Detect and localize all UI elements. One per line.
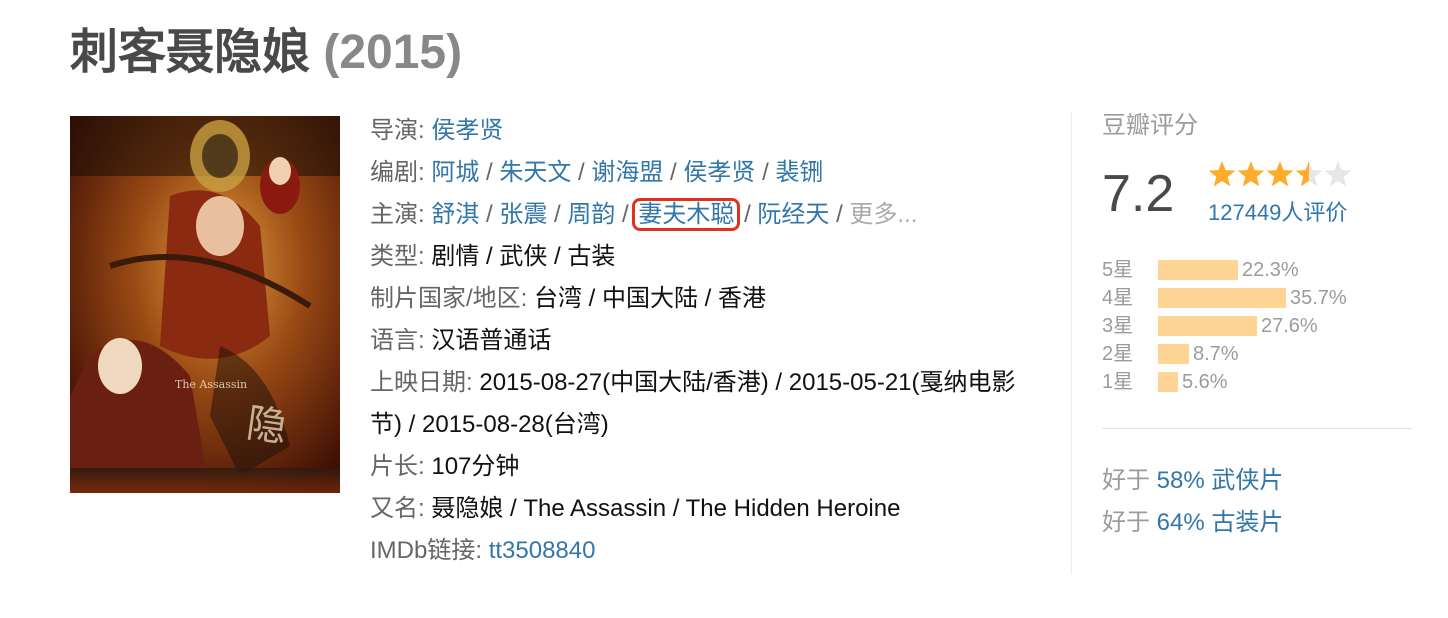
rating-panel: 豆瓣评分 7.2 127449人评价 5星 22.3% 4星 35.7% 3星 27.6%… <box>1102 110 1422 536</box>
separator: / <box>486 201 493 228</box>
imdb-label: IMDb链接: <box>370 537 483 564</box>
better-than-row: 好于 64% 古装片 <box>1102 502 1283 544</box>
cast-more-link[interactable]: 更多... <box>849 201 917 228</box>
poster-image: The Assassin 隐 <box>70 116 340 493</box>
release-row: 上映日期: 2015-08-27(中国大陆/香港) / 2015-05-21(戛… <box>370 362 1030 446</box>
better-pct-link[interactable]: 64% <box>1157 509 1205 536</box>
imdb-link[interactable]: tt3508840 <box>489 537 596 564</box>
votes-link[interactable]: 127449人评价 <box>1208 198 1347 228</box>
better-pct-link[interactable]: 58% <box>1157 467 1205 494</box>
rating-bar-pct: 27.6% <box>1261 315 1318 337</box>
runtime-row: 片长: 107分钟 <box>370 446 1050 488</box>
genre-label: 类型: <box>370 243 425 270</box>
writer-link[interactable]: 裴铏 <box>775 159 823 186</box>
separator: / <box>486 159 493 186</box>
separator: / <box>578 159 585 186</box>
rating-bar <box>1158 344 1189 364</box>
rating-stars <box>1208 160 1358 195</box>
aka-row: 又名: 聂隐娘 / The Assassin / The Hidden Hero… <box>370 488 1050 530</box>
language-row: 语言: 汉语普通话 <box>370 320 1050 362</box>
better-genre-link[interactable]: 武侠片 <box>1211 467 1283 494</box>
rating-bar-label: 2星 <box>1102 343 1134 365</box>
rating-bar-row: 2星 8.7% <box>1102 340 1422 368</box>
language-label: 语言: <box>370 327 425 354</box>
rating-bar-label: 4星 <box>1102 287 1134 309</box>
cast-link[interactable]: 舒淇 <box>431 201 479 228</box>
writers-row: 编剧: 阿城 / 朱天文 / 谢海盟 / 侯孝贤 / 裴铏 <box>370 152 1050 194</box>
star-rating-icon <box>1208 161 1352 187</box>
rating-bar-pct: 35.7% <box>1290 287 1347 309</box>
country-row: 制片国家/地区: 台湾 / 中国大陆 / 香港 <box>370 278 1050 320</box>
rating-bar-row: 3星 27.6% <box>1102 312 1422 340</box>
rating-title: 豆瓣评分 <box>1102 112 1198 139</box>
cast-link[interactable]: 阮经天 <box>757 201 829 228</box>
star-full-icon <box>1237 161 1265 187</box>
imdb-row: IMDb链接: tt3508840 <box>370 530 1050 572</box>
separator: / <box>762 159 769 186</box>
writer-link[interactable]: 朱天文 <box>499 159 571 186</box>
better-genre-link[interactable]: 古装片 <box>1211 509 1283 536</box>
separator: / <box>622 201 629 228</box>
movie-title: 刺客聂隐娘 <box>70 26 311 79</box>
genre-value: 剧情 / 武侠 / 古装 <box>431 243 616 270</box>
language-value: 汉语普通话 <box>431 327 552 354</box>
cast-row: 主演: 舒淇 / 张震 / 周韵 / 妻夫木聪 / 阮经天 / 更多... <box>370 194 1050 236</box>
genre-row: 类型: 剧情 / 武侠 / 古装 <box>370 236 1050 278</box>
better-than-row: 好于 58% 武侠片 <box>1102 460 1283 502</box>
cast-label: 主演: <box>370 201 425 228</box>
rating-bar <box>1158 288 1286 308</box>
cast-link[interactable]: 周韵 <box>567 201 615 228</box>
director-link[interactable]: 侯孝贤 <box>431 117 503 144</box>
rating-bar <box>1158 372 1178 392</box>
rating-bar-label: 1星 <box>1102 371 1134 393</box>
rating-distribution: 5星 22.3% 4星 35.7% 3星 27.6% 2星 8.7% 1星 5.6% <box>1102 256 1422 396</box>
aka-value: 聂隐娘 / The Assassin / The Hidden Heroine <box>431 495 901 522</box>
separator: / <box>670 159 677 186</box>
better-than: 好于 58% 武侠片 好于 64% 古装片 <box>1102 460 1283 544</box>
divider <box>1071 112 1072 574</box>
rating-score: 7.2 <box>1102 165 1175 223</box>
star-full-icon <box>1266 161 1294 187</box>
cast-link[interactable]: 张震 <box>499 201 547 228</box>
separator: / <box>744 201 751 228</box>
rating-bar-pct: 22.3% <box>1242 259 1299 281</box>
movie-info: 导演: 侯孝贤 编剧: 阿城 / 朱天文 / 谢海盟 / 侯孝贤 / 裴铏 主演… <box>370 110 1050 572</box>
rating-bar-label: 5星 <box>1102 259 1134 281</box>
rating-bar-pct: 8.7% <box>1193 343 1239 365</box>
better-prefix: 好于 <box>1102 509 1150 536</box>
aka-label: 又名: <box>370 495 425 522</box>
page-title: 刺客聂隐娘 (2015) <box>70 22 462 84</box>
rating-bar-row: 5星 22.3% <box>1102 256 1422 284</box>
writer-link[interactable]: 侯孝贤 <box>683 159 755 186</box>
star-full-icon <box>1208 161 1236 187</box>
rating-bar-pct: 5.6% <box>1182 371 1228 393</box>
separator: / <box>554 201 561 228</box>
movie-year: (2015) <box>323 26 463 79</box>
rating-bar-row: 1星 5.6% <box>1102 368 1422 396</box>
svg-text:The Assassin: The Assassin <box>175 378 247 391</box>
runtime-label: 片长: <box>370 453 425 480</box>
country-value: 台湾 / 中国大陆 / 香港 <box>534 285 767 312</box>
divider <box>1102 428 1412 429</box>
rating-bar <box>1158 260 1238 280</box>
rating-bar <box>1158 316 1257 336</box>
svg-text:隐: 隐 <box>244 400 290 451</box>
writers-label: 编剧: <box>370 159 425 186</box>
rating-bar-row: 4星 35.7% <box>1102 284 1422 312</box>
rating-bar-label: 3星 <box>1102 315 1134 337</box>
better-prefix: 好于 <box>1102 467 1150 494</box>
country-label: 制片国家/地区: <box>370 285 528 312</box>
director-label: 导演: <box>370 117 425 144</box>
runtime-value: 107分钟 <box>431 453 520 480</box>
director-row: 导演: 侯孝贤 <box>370 110 1050 152</box>
cast-link-highlighted[interactable]: 妻夫木聪 <box>632 198 741 231</box>
movie-poster[interactable]: The Assassin 隐 <box>70 116 340 493</box>
star-empty-icon <box>1324 161 1352 187</box>
release-label: 上映日期: <box>370 369 473 396</box>
writer-link[interactable]: 谢海盟 <box>591 159 663 186</box>
separator: / <box>836 201 843 228</box>
writer-link[interactable]: 阿城 <box>431 159 479 186</box>
